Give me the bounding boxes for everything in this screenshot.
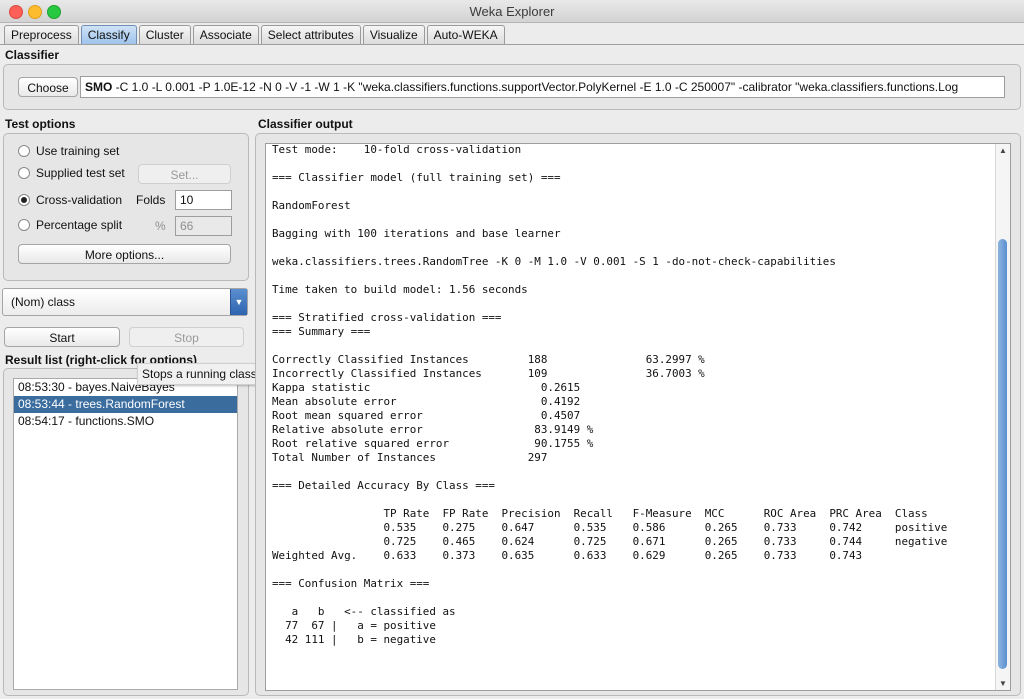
class-attribute-value: (Nom) class — [11, 295, 76, 309]
class-attribute-select[interactable]: (Nom) class ▼ — [2, 288, 248, 316]
tab-select-attributes[interactable]: Select attributes — [260, 25, 361, 44]
start-button[interactable]: Start — [4, 327, 120, 347]
percent-symbol: % — [155, 219, 166, 233]
classifier-output-area[interactable]: Test mode: 10-fold cross-validation === … — [265, 143, 1011, 691]
cross-validation-radio[interactable] — [18, 194, 30, 206]
title-bar: Weka Explorer — [0, 0, 1024, 23]
percentage-split-input[interactable]: 66 — [175, 216, 232, 236]
tab-auto-weka[interactable]: Auto-WEKA — [426, 25, 505, 44]
folds-input[interactable]: 10 — [175, 190, 232, 210]
classifier-output-title: Classifier output — [258, 117, 353, 131]
tab-cluster[interactable]: Cluster — [138, 25, 191, 44]
tab-preprocess[interactable]: Preprocess — [4, 25, 79, 44]
tab-visualize[interactable]: Visualize — [362, 25, 425, 44]
percentage-split-label: Percentage split — [36, 218, 123, 232]
tab-classify[interactable]: Classify — [80, 25, 137, 44]
stop-button[interactable]: Stop — [129, 327, 244, 347]
main-tabs: Preprocess Classify Cluster Associate Select… — [4, 25, 507, 45]
result-list: 08:53:30 - bayes.NaiveBayes 08:53:44 - tr… — [13, 378, 238, 690]
folds-label: Folds — [136, 193, 166, 207]
tab-associate[interactable]: Associate — [192, 25, 259, 44]
more-options-button[interactable]: More options... — [18, 244, 231, 264]
classifier-section-title: Classifier — [5, 48, 60, 62]
classifier-output-text: Test mode: 10-fold cross-validation === … — [272, 143, 948, 646]
scroll-down-icon[interactable]: ▼ — [999, 679, 1007, 688]
window-title: Weka Explorer — [469, 4, 555, 19]
scroll-up-icon[interactable]: ▲ — [999, 146, 1007, 155]
classifier-options-field[interactable]: SMO -C 1.0 -L 0.001 -P 1.0E-12 -N 0 -V -… — [80, 76, 1005, 98]
use-training-set-label: Use training set — [36, 144, 120, 158]
supplied-test-set-label: Supplied test set — [36, 166, 125, 180]
scrollbar-thumb[interactable] — [998, 239, 1007, 669]
classifier-name: SMO — [85, 80, 113, 94]
choose-classifier-button[interactable]: Choose — [18, 77, 78, 97]
chevron-down-icon[interactable]: ▼ — [230, 289, 247, 315]
supplied-test-set-option[interactable]: Supplied test set — [18, 164, 125, 182]
output-scrollbar[interactable]: ▲ ▼ — [995, 144, 1010, 690]
tab-divider — [0, 44, 1024, 45]
test-options-title: Test options — [5, 117, 76, 131]
use-training-set-radio[interactable] — [18, 145, 30, 157]
classifier-options-text: -C 1.0 -L 0.001 -P 1.0E-12 -N 0 -V -1 -W… — [112, 80, 959, 94]
use-training-set-option[interactable]: Use training set — [18, 142, 119, 160]
result-list-item[interactable]: 08:53:44 - trees.RandomForest — [14, 396, 237, 413]
supplied-test-set-radio[interactable] — [18, 167, 30, 179]
cross-validation-option[interactable]: Cross-validation — [18, 191, 122, 209]
percentage-split-option[interactable]: Percentage split — [18, 216, 122, 234]
set-test-set-button[interactable]: Set... — [138, 164, 231, 184]
cross-validation-label: Cross-validation — [36, 193, 123, 207]
percentage-split-radio[interactable] — [18, 219, 30, 231]
result-list-item[interactable]: 08:54:17 - functions.SMO — [14, 413, 237, 430]
